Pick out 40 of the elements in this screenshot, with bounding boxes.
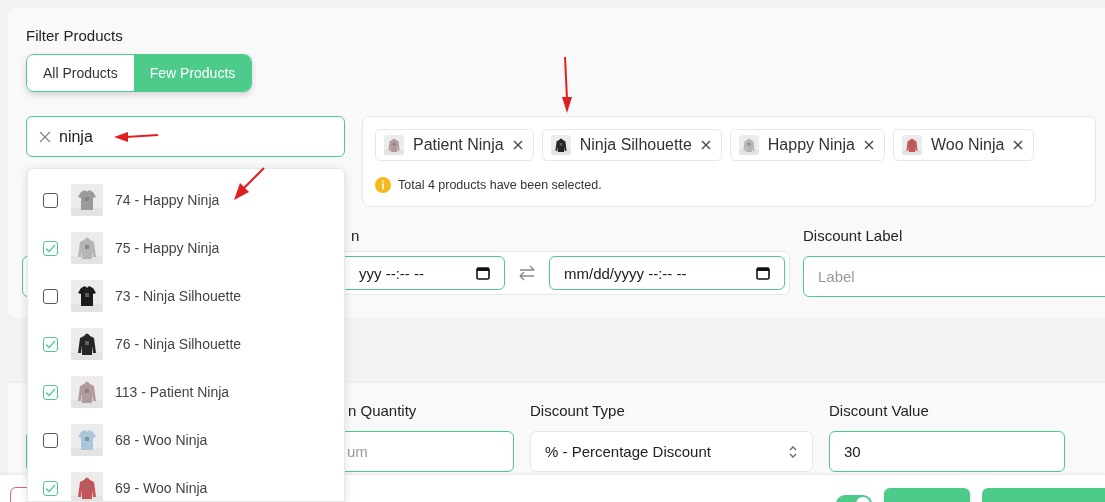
search-field[interactable]: ninja — [26, 116, 345, 157]
field-label: n Quantity — [348, 402, 417, 419]
date-field[interactable]: mm/dd/yyyy --:-- -- — [549, 256, 785, 290]
product-option[interactable]: 69 - Woo Ninja — [28, 464, 344, 501]
checkbox[interactable] — [43, 288, 58, 304]
field-label: n — [351, 227, 360, 244]
product-tag: Patient Ninja — [375, 129, 534, 161]
chevron-icon — [788, 444, 798, 459]
product-option[interactable]: 76 - Ninja Silhouette — [28, 320, 344, 368]
input-field[interactable]: 30 — [829, 431, 1065, 472]
checkbox[interactable] — [43, 336, 58, 352]
product-tag: Happy Ninja — [729, 129, 885, 161]
product-option[interactable]: 74 - Happy Ninja — [28, 176, 344, 224]
product-option[interactable]: 113 - Patient Ninja — [28, 368, 344, 416]
close-icon[interactable] — [700, 140, 711, 150]
notice-text: Total 4 products have been selected. — [398, 178, 602, 192]
checkbox[interactable] — [43, 384, 58, 400]
calendar-icon[interactable] — [476, 266, 490, 280]
close-icon[interactable] — [863, 140, 874, 150]
arrow — [112, 130, 160, 144]
tab[interactable]: All Products — [27, 55, 134, 91]
info-icon — [375, 177, 391, 193]
clear-icon[interactable] — [39, 130, 51, 143]
field-label: Discount Type — [530, 402, 625, 419]
checkbox[interactable] — [43, 192, 58, 208]
product-tag: Ninja Silhouette — [541, 129, 722, 161]
arrow — [232, 166, 266, 202]
swap-icon — [518, 265, 536, 281]
product-tag: Woo Ninja — [892, 129, 1035, 161]
checkbox[interactable] — [43, 480, 58, 496]
checkbox[interactable] — [43, 432, 58, 448]
close-icon[interactable] — [512, 140, 523, 150]
calendar-icon[interactable] — [756, 266, 770, 280]
field-label: Discount Label — [803, 227, 903, 244]
product-option[interactable]: 68 - Woo Ninja — [28, 416, 344, 464]
field-label: Discount Value — [829, 402, 929, 419]
select-field[interactable]: % - Percentage Discount — [530, 431, 813, 472]
checkbox[interactable] — [43, 240, 58, 256]
close-icon[interactable] — [1013, 140, 1024, 150]
section-title: Filter Products — [26, 26, 124, 46]
